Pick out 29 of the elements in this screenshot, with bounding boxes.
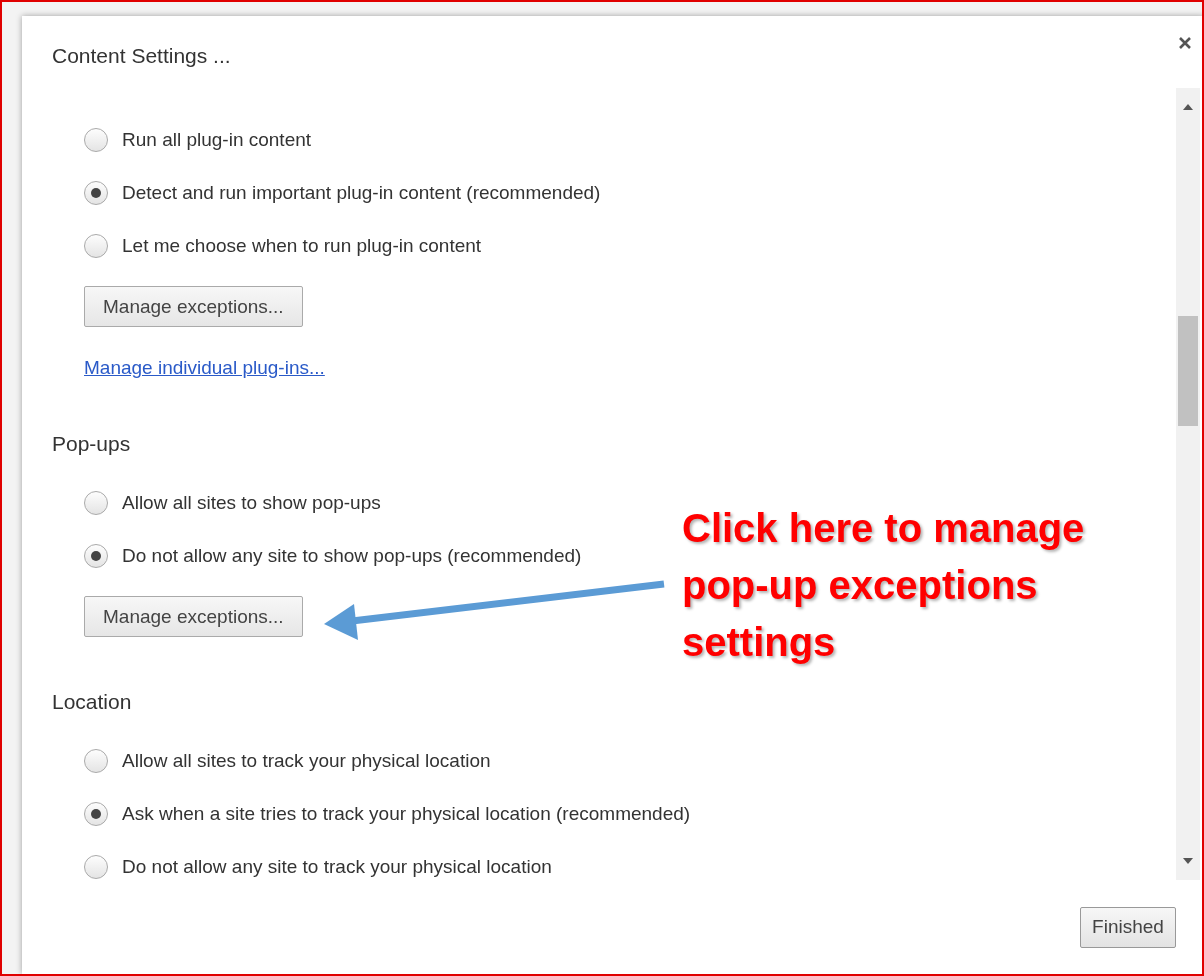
radio-button[interactable] [84,128,108,152]
radio-button[interactable] [84,234,108,258]
section-heading: Location [52,689,133,715]
finished-button[interactable]: Finished [1080,906,1176,948]
scroll-up-icon[interactable] [1183,104,1193,110]
radio-label: Allow all sites to show pop-ups [122,492,381,514]
radio-button[interactable] [84,544,108,568]
radio-label: Run all plug-in content [122,129,312,151]
manage-plugins-link[interactable]: Manage individual plug-ins... [84,357,325,379]
annotation-text: Click here to manage pop-up exceptions settings [682,505,1086,666]
close-icon[interactable] [1178,36,1192,50]
manage-exceptions-button[interactable]: Manage exceptions... [84,286,303,327]
radio-label: Detect and run important plug-in content (recommended) [122,182,601,204]
manage-exceptions-button[interactable]: Manage exceptions... [84,596,303,637]
radio-label: Let me choose when to run plug-in content [122,235,482,257]
section-heading: Pop-ups [52,431,132,457]
radio-button[interactable] [84,491,108,515]
radio-label: Do not allow any site to track your physical location [122,856,552,878]
radio-button[interactable] [84,855,108,879]
dialog-title: Content Settings ... [52,43,231,69]
radio-button[interactable] [84,181,108,205]
radio-label: Do not allow any site to show pop-ups (recommended) [122,545,582,567]
radio-button[interactable] [84,749,108,773]
scroll-down-icon[interactable] [1183,858,1193,864]
radio-label: Allow all sites to track your physical location [122,750,491,772]
scroll-thumb[interactable] [1178,316,1198,426]
scrollbar[interactable] [1176,88,1200,880]
radio-label: Ask when a site tries to track your physical location (recommended) [122,803,691,825]
radio-button[interactable] [84,802,108,826]
